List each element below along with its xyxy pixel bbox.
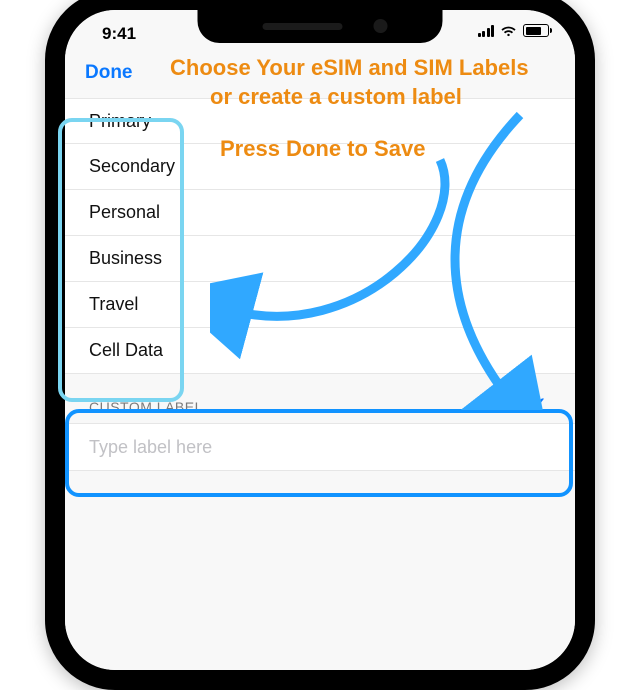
done-button[interactable]: Done <box>85 62 133 84</box>
status-time: 9:41 <box>102 24 136 44</box>
screen: 9:41 Done Primary Secondary Personal Bus… <box>65 10 575 670</box>
checkmark-icon: ✓ <box>531 394 547 415</box>
custom-label-header-text: CUSTOM LABEL <box>89 399 203 415</box>
cell-signal-icon <box>478 25 495 37</box>
label-list: Primary Secondary Personal Business Trav… <box>65 98 575 374</box>
label-option-travel[interactable]: Travel <box>65 282 575 328</box>
label-option-personal[interactable]: Personal <box>65 190 575 236</box>
label-text: Personal <box>89 202 160 223</box>
battery-icon <box>523 24 549 37</box>
label-text: Travel <box>89 294 138 315</box>
phone-notch <box>198 10 443 43</box>
label-text: Primary <box>89 111 151 132</box>
label-option-business[interactable]: Business <box>65 236 575 282</box>
label-option-cell-data[interactable]: Cell Data <box>65 328 575 374</box>
phone-frame: 9:41 Done Primary Secondary Personal Bus… <box>45 0 595 690</box>
label-text: Secondary <box>89 156 175 177</box>
label-option-primary[interactable]: Primary <box>65 98 575 144</box>
custom-label-header: CUSTOM LABEL ✓ <box>65 374 575 423</box>
nav-bar: Done <box>65 54 575 98</box>
label-text: Business <box>89 248 162 269</box>
custom-label-row[interactable] <box>65 423 575 471</box>
label-text: Cell Data <box>89 340 163 361</box>
wifi-icon <box>500 24 517 37</box>
label-option-secondary[interactable]: Secondary <box>65 144 575 190</box>
custom-label-input[interactable] <box>89 437 551 458</box>
